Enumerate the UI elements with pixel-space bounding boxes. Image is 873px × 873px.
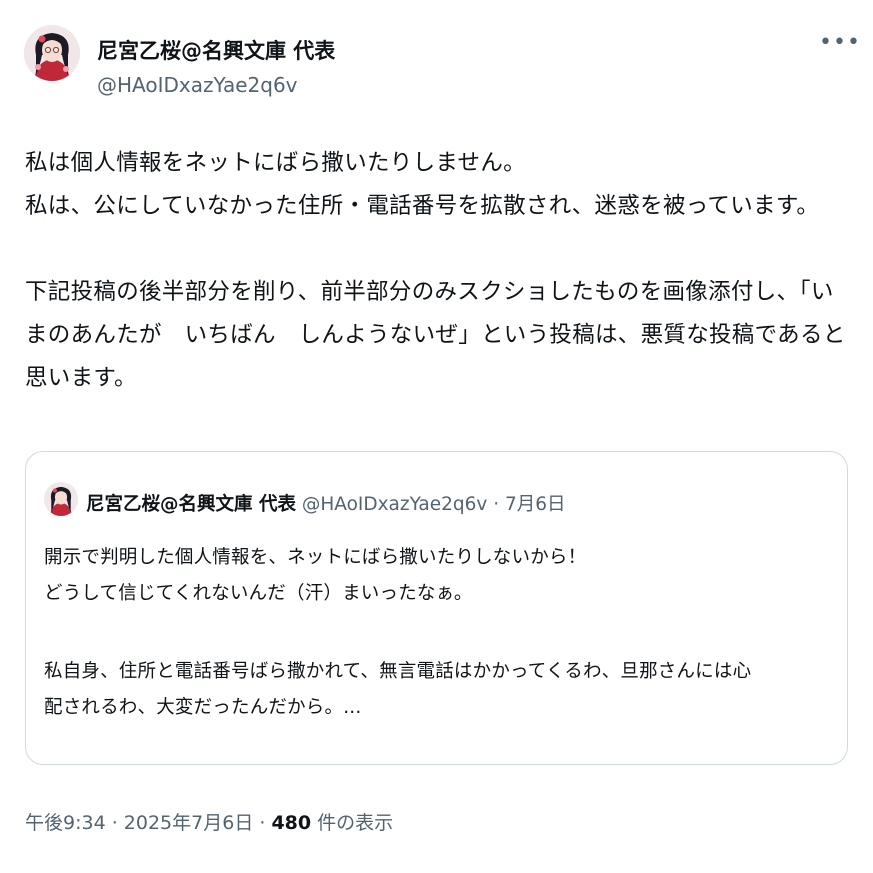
post-date[interactable]: 2025年7月6日 [124, 812, 254, 834]
post-text-line: まのあんたが いちばん しんようないぜ」という投稿は、悪質な投稿であると [25, 322, 846, 348]
quoted-author-name[interactable]: 尼宮乙桜@名興文庫 代表 [86, 494, 296, 515]
views-label: 件の表示 [311, 812, 394, 834]
post-text-line: 私は、公にしていなかった住所・電話番号を拡散され、迷惑を被っています。 [25, 193, 820, 219]
quoted-post-card[interactable]: 尼宮乙桜@名興文庫 代表 @HAoIDxazYae2q6v · 7月6日 開示で… [25, 451, 848, 765]
meta-separator: · [105, 812, 124, 834]
post-text-line: 思います。 [25, 365, 137, 391]
quoted-author-handle[interactable]: @HAoIDxazYae2q6v [302, 494, 487, 515]
quoted-author-avatar[interactable] [44, 482, 78, 516]
quoted-post-date[interactable]: 7月6日 [505, 494, 566, 515]
author-avatar[interactable] [24, 25, 80, 81]
quoted-text-line: 開示で判明した個人情報を、ネットにばら撒いたりしないから！ [44, 547, 587, 568]
quoted-text-line: どうして信じてくれないんだ（汗）まいったなぁ。 [44, 583, 473, 604]
author-name[interactable]: 尼宮乙桜@名興文庫 代表 [97, 35, 335, 65]
quoted-text-blank-line [44, 612, 834, 654]
post-text-line: 下記投稿の後半部分を削り、前半部分のみスクショしたものを画像添付し、「い [25, 279, 834, 305]
meta-separator: · [487, 494, 505, 515]
post-text-line: 私は個人情報をネットにばら撒いたりしません。 [25, 150, 526, 176]
author-handle[interactable]: @HAoIDxazYae2q6v [97, 73, 298, 97]
post-time[interactable]: 午後9:34 [25, 812, 106, 834]
quoted-post-text: 開示で判明した個人情報を、ネットにばら撒いたりしないから！ どうして信じてくれな… [44, 540, 834, 726]
avatar-image-icon [44, 482, 78, 516]
post-text: 私は個人情報をネットにばら撒いたりしません。 私は、公にしていなかった住所・電話… [25, 142, 855, 400]
more-horizontal-icon[interactable]: ••• [819, 32, 860, 63]
quoted-text-line: 配されるわ、大変だったんだから。... [44, 697, 362, 718]
quoted-text-line: 私自身、住所と電話番号ばら撒かれて、無言電話はかかってくるわ、旦那さんには心 [44, 661, 752, 682]
post-text-blank-line [25, 228, 855, 271]
views-count: 480 [271, 812, 312, 834]
quoted-post-header: 尼宮乙桜@名興文庫 代表 @HAoIDxazYae2q6v · 7月6日 [86, 490, 566, 516]
avatar-image-icon [24, 25, 80, 81]
post-header: 尼宮乙桜@名興文庫 代表 @HAoIDxazYae2q6v ••• [24, 25, 860, 111]
post-footer-meta: 午後9:34 · 2025年7月6日 · 480 件の表示 [25, 808, 393, 835]
meta-separator: · [253, 812, 272, 834]
